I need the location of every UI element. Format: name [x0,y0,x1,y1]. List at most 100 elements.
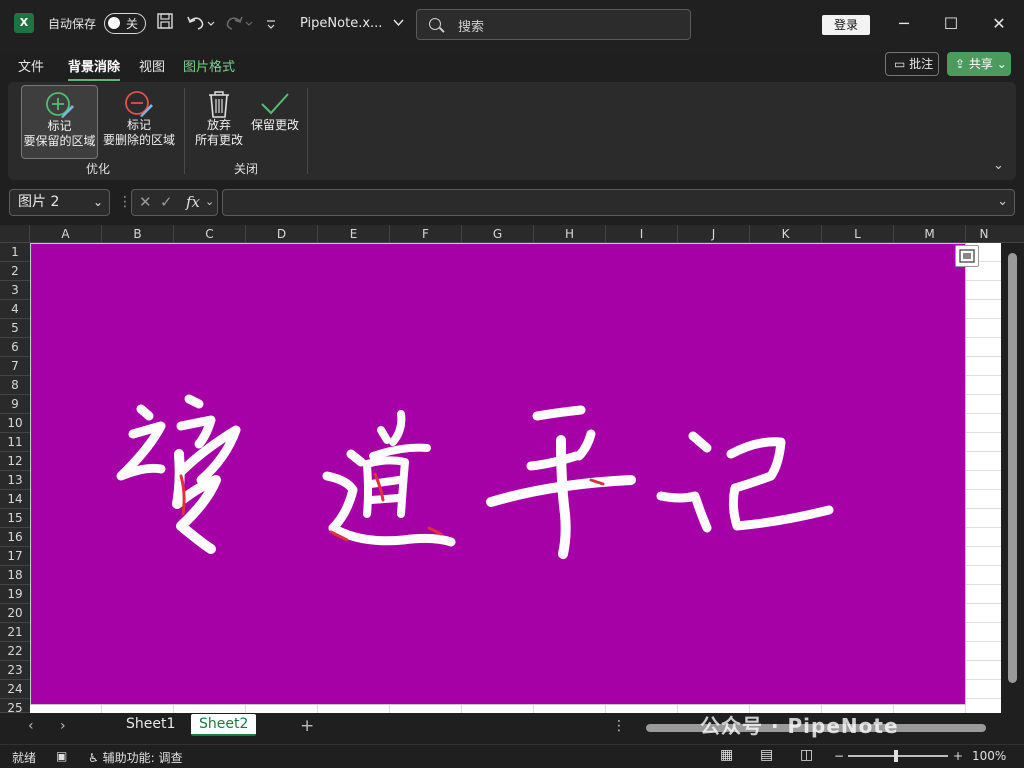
more-options-icon[interactable]: ⋮ [118,194,132,210]
row-header[interactable]: 5 [0,319,30,338]
normal-view-icon[interactable]: ▦ [720,747,733,763]
select-all-corner[interactable] [0,225,30,243]
page-break-view-icon[interactable]: ◫ [800,747,813,763]
maximize-button[interactable]: ☐ [939,12,963,36]
row-header[interactable]: 14 [0,490,30,509]
enter-icon[interactable]: ✓ [160,193,173,211]
insert-function-button[interactable]: fx [186,193,200,211]
column-header[interactable]: E [318,225,390,243]
name-box[interactable]: 图片 2 ⌄ [9,189,110,216]
row-header[interactable]: 6 [0,338,30,357]
prev-sheet-icon[interactable]: ‹ [28,718,34,734]
column-header[interactable]: M [894,225,966,243]
worksheet-grid[interactable] [30,243,1001,713]
column-header[interactable]: C [174,225,246,243]
row-header[interactable]: 20 [0,604,30,623]
discard-all-changes-button[interactable]: 放弃 所有更改 [192,85,246,159]
row-header[interactable]: 19 [0,585,30,604]
row-header[interactable]: 17 [0,547,30,566]
menu-file[interactable]: 文件 [18,56,44,75]
menu-background-removal[interactable]: 背景消除 [68,56,121,81]
column-header[interactable]: F [390,225,462,243]
comments-button[interactable]: ▭ 批注 [885,52,939,76]
row-header[interactable]: 10 [0,414,30,433]
zoom-level[interactable]: 100% [972,749,1006,763]
filename[interactable]: PipeNote.x... [300,16,404,31]
row-header[interactable]: 1 [0,243,30,262]
column-header[interactable]: I [606,225,678,243]
trash-icon [209,91,229,118]
cancel-icon[interactable]: ✕ [139,193,152,211]
close-button[interactable]: ✕ [987,12,1011,36]
row-header[interactable]: 24 [0,680,30,699]
comment-icon: ▭ [894,57,906,71]
mark-keep-label-1: 标记 [47,119,72,133]
zoom-slider-thumb[interactable] [894,750,898,762]
share-button[interactable]: ⇪ 共享 ⌄ [947,52,1011,76]
chevron-down-icon [393,19,404,27]
add-sheet-button[interactable]: + [300,716,314,736]
row-header[interactable]: 11 [0,433,30,452]
column-header[interactable]: A [30,225,102,243]
row-header[interactable]: 21 [0,623,30,642]
removal-mark [427,526,443,536]
column-header[interactable]: N [966,225,1002,243]
column-header[interactable]: D [246,225,318,243]
formula-input[interactable]: ⌄ [222,189,1015,216]
zoom-in-button[interactable]: + [953,749,963,763]
zoom-out-button[interactable]: − [834,749,844,763]
column-header[interactable]: J [678,225,750,243]
ribbon-separator [184,88,185,174]
row-header[interactable]: 8 [0,376,30,395]
sheet-tab[interactable]: Sheet1 [126,716,175,732]
status-ready: 就绪 [12,751,37,765]
autosave-toggle[interactable]: 关 [104,13,146,34]
row-header[interactable]: 18 [0,566,30,585]
column-header[interactable]: B [102,225,174,243]
keep-changes-button[interactable]: 保留更改 [248,85,302,159]
macro-record-icon[interactable]: ▣ [56,749,67,763]
signature-picture[interactable] [30,243,966,705]
row-header[interactable]: 23 [0,661,30,680]
row-header[interactable]: 9 [0,395,30,414]
row-header[interactable]: 12 [0,452,30,471]
column-header[interactable]: L [822,225,894,243]
sheet-tab-active[interactable]: Sheet2 [191,714,257,736]
next-sheet-icon[interactable]: › [60,718,66,734]
column-header[interactable]: K [750,225,822,243]
row-header[interactable]: 4 [0,300,30,319]
collapse-ribbon-icon[interactable]: ⌄ [993,158,1004,173]
search-box[interactable]: 搜索 [416,9,691,40]
column-header[interactable]: G [462,225,534,243]
vertical-scroll-thumb[interactable] [1008,253,1017,683]
mark-areas-to-keep-button[interactable]: 标记 要保留的区域 [21,85,98,159]
vertical-scrollbar[interactable] [1002,243,1024,713]
row-header[interactable]: 15 [0,509,30,528]
formula-controls: ✕ ✓ fx ⌄ [131,189,218,216]
row-header[interactable]: 13 [0,471,30,490]
menu-view[interactable]: 视图 [139,56,165,75]
mark-keep-label-2: 要保留的区域 [23,134,96,148]
redo-icon[interactable] [224,14,254,37]
row-header[interactable]: 22 [0,642,30,661]
save-icon[interactable] [156,12,174,35]
chevron-down-icon[interactable]: ⌄ [997,194,1008,209]
row-header[interactable]: 25 [0,699,30,715]
menu-picture-format[interactable]: 图片格式 [183,56,235,75]
comments-label: 批注 [909,57,934,71]
undo-icon[interactable] [186,14,216,37]
login-button[interactable]: 登录 [822,15,870,35]
mark-areas-to-remove-button[interactable]: 标记 要删除的区域 [101,85,177,159]
row-header[interactable]: 16 [0,528,30,547]
row-header[interactable]: 3 [0,281,30,300]
accessibility-status[interactable]: ♿ 辅助功能: 调查 [88,749,182,766]
customize-toolbar-icon[interactable] [266,16,276,36]
layout-options-icon[interactable] [955,245,979,267]
zoom-slider[interactable] [848,755,948,757]
more-options-icon[interactable]: ⋮ [612,718,626,734]
column-header[interactable]: H [534,225,606,243]
page-layout-view-icon[interactable]: ▤ [760,747,773,763]
row-header[interactable]: 2 [0,262,30,281]
minimize-button[interactable]: ─ [892,12,916,36]
row-header[interactable]: 7 [0,357,30,376]
